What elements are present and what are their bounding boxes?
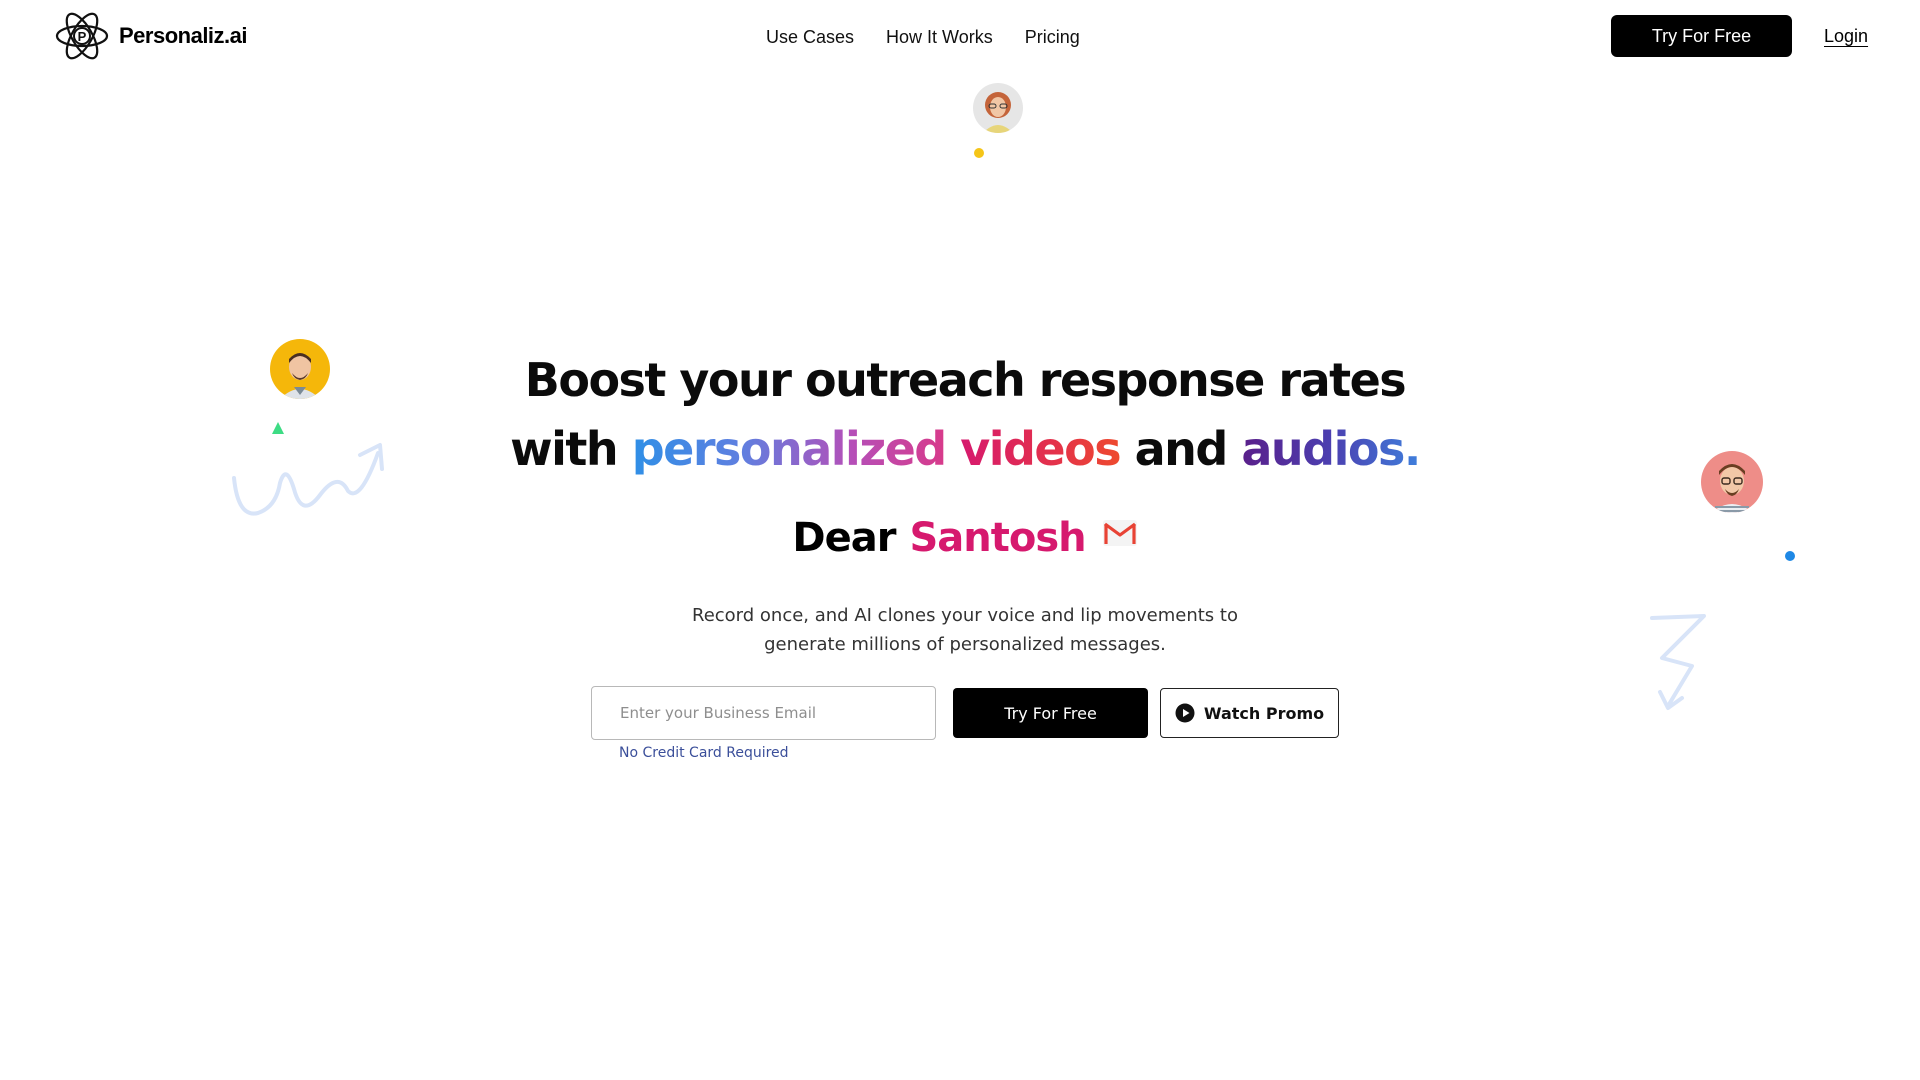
hero-title-personalized: personalized xyxy=(631,422,948,476)
gmail-icon xyxy=(1102,512,1138,558)
hero-title-line1: Boost your outreach response rates xyxy=(524,353,1407,407)
hero-title: Boost your outreach response rates with … xyxy=(0,346,1920,484)
landing-page: P Personaliz.ai Use Cases How It Works P… xyxy=(0,0,1920,1080)
hero-title-videos: videos xyxy=(960,422,1121,476)
watch-promo-label: Watch Promo xyxy=(1203,703,1325,723)
brand-name: Personaliz.ai xyxy=(119,23,248,48)
hero-title-audios: audios. xyxy=(1241,422,1421,476)
hero-subtitle: Record once, and AI clones your voice an… xyxy=(0,601,1920,659)
nav-item-use-cases[interactable]: Use Cases xyxy=(766,27,854,48)
watch-promo-button[interactable]: Watch Promo xyxy=(1160,688,1339,738)
hero-title-with: with xyxy=(510,422,619,476)
hero-try-free-button[interactable]: Try For Free xyxy=(953,688,1148,738)
play-icon xyxy=(1175,703,1195,723)
business-email-input[interactable] xyxy=(591,686,936,740)
no-credit-card-note: No Credit Card Required xyxy=(619,745,789,761)
header-try-free-button[interactable]: Try For Free xyxy=(1611,15,1792,57)
atom-logo-icon: P xyxy=(55,7,109,65)
brand-logo[interactable]: P Personaliz.ai xyxy=(55,7,248,65)
recipient-name: Santosh xyxy=(909,515,1086,561)
main-nav: Use Cases How It Works Pricing xyxy=(766,27,1080,48)
avatar-top xyxy=(973,83,1023,133)
hero-subtitle-line2: generate millions of personalized messag… xyxy=(764,634,1166,655)
nav-item-how-it-works[interactable]: How It Works xyxy=(886,27,993,48)
hero-title-and: and xyxy=(1134,422,1229,476)
greeting-line: Dear Santosh xyxy=(0,515,1920,561)
decor-dot-yellow xyxy=(974,148,984,158)
logo-letter: P xyxy=(78,29,87,44)
nav-item-pricing[interactable]: Pricing xyxy=(1025,27,1080,48)
greeting-word: Dear xyxy=(792,515,896,561)
hero-subtitle-line1: Record once, and AI clones your voice an… xyxy=(692,605,1238,626)
login-link[interactable]: Login xyxy=(1824,26,1868,47)
